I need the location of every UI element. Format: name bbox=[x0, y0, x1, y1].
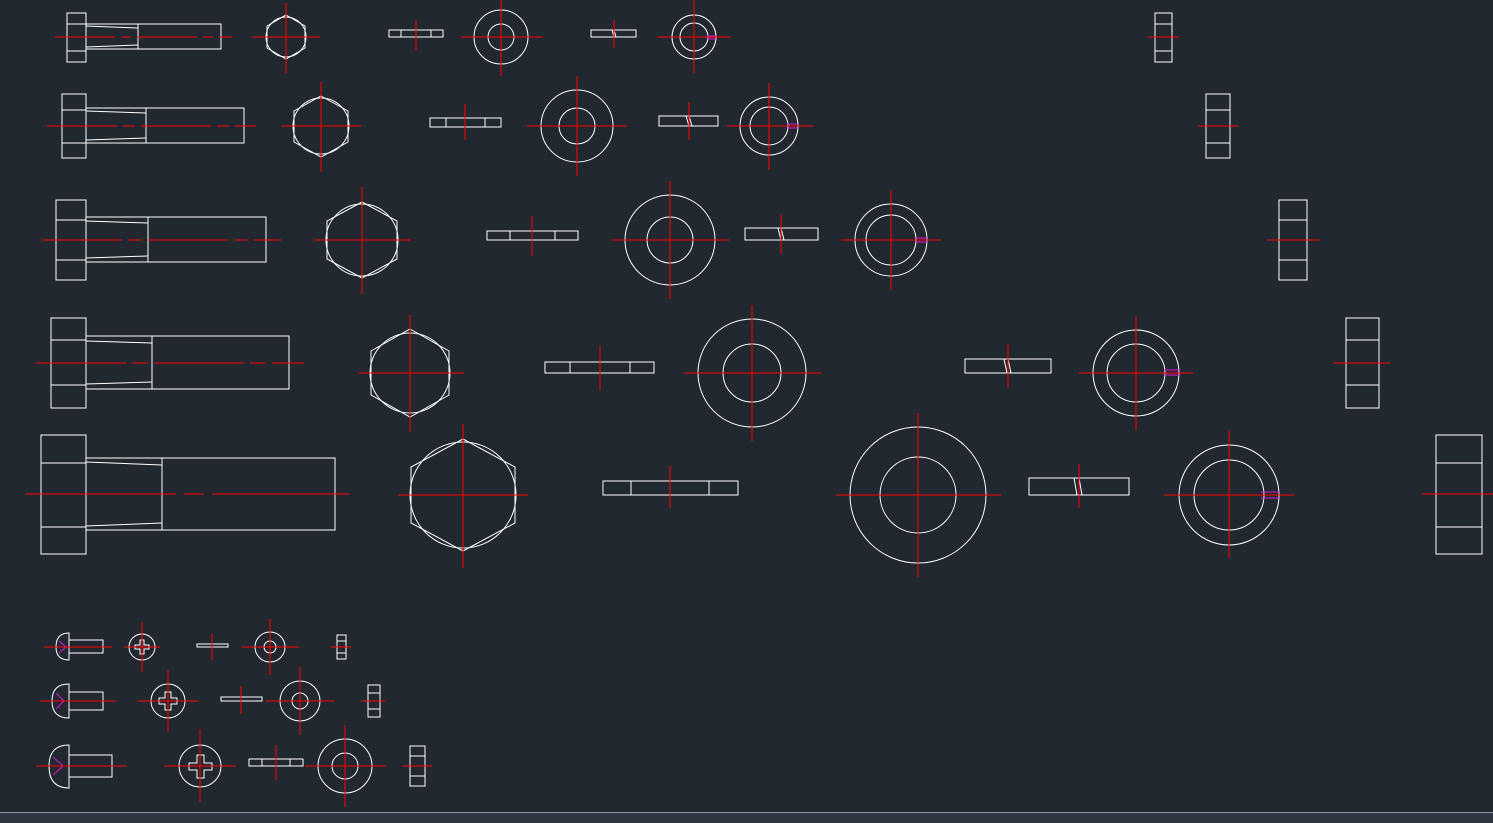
spring-washer-top-view[interactable] bbox=[657, 0, 731, 73]
hex-nut-side-view[interactable] bbox=[1267, 199, 1320, 281]
flat-washer-side-view[interactable] bbox=[544, 346, 655, 390]
phillips-screw-head-view[interactable] bbox=[164, 729, 236, 802]
hex-bolt-end-view[interactable] bbox=[398, 424, 528, 568]
small-washer-top-view[interactable] bbox=[242, 619, 299, 675]
flat-washer-top-view[interactable] bbox=[527, 76, 627, 176]
spring-washer-top-view[interactable] bbox=[1164, 430, 1294, 558]
pan-head-screw-side-view[interactable] bbox=[40, 683, 116, 719]
spring-washer-side-view[interactable] bbox=[1028, 464, 1130, 508]
flat-washer-top-view[interactable] bbox=[836, 413, 1001, 577]
hex-bolt-end-view[interactable] bbox=[281, 82, 361, 172]
spring-washer-top-view[interactable] bbox=[1079, 316, 1193, 430]
flat-washer-top-view[interactable] bbox=[684, 305, 821, 441]
small-washer-side-view[interactable] bbox=[220, 686, 263, 714]
small-nut-side-view[interactable] bbox=[361, 684, 386, 718]
spring-washer-side-view[interactable] bbox=[590, 20, 637, 48]
hex-bolt-side-view[interactable] bbox=[42, 199, 281, 281]
small-nut-side-view[interactable] bbox=[403, 745, 432, 787]
bolt-set-row-4 bbox=[36, 305, 1390, 441]
hex-bolt-side-view[interactable] bbox=[55, 12, 232, 63]
flat-washer-side-view[interactable] bbox=[388, 20, 444, 50]
spring-washer-top-view[interactable] bbox=[727, 83, 813, 170]
flat-washer-side-view[interactable] bbox=[486, 216, 579, 256]
hex-bolt-side-view[interactable] bbox=[36, 317, 304, 409]
cad-drawing-canvas[interactable] bbox=[0, 0, 1493, 812]
pan-head-screw-side-view[interactable] bbox=[36, 744, 126, 789]
bolt-set-row-5 bbox=[26, 413, 1493, 577]
small-washer-top-view[interactable] bbox=[266, 667, 334, 735]
status-bar bbox=[0, 812, 1493, 823]
hex-bolt-end-view[interactable] bbox=[314, 187, 411, 294]
small-washer-side-view[interactable] bbox=[248, 745, 304, 780]
small-washer-side-view[interactable] bbox=[196, 634, 229, 660]
flat-washer-top-view[interactable] bbox=[461, 0, 543, 76]
hex-nut-side-view[interactable] bbox=[1148, 12, 1179, 63]
phillips-screw-head-view[interactable] bbox=[124, 622, 160, 672]
small-washer-top-view[interactable] bbox=[305, 725, 386, 807]
screw-set-row-1 bbox=[44, 619, 351, 675]
flat-washer-side-view[interactable] bbox=[429, 104, 502, 140]
spring-washer-top-view[interactable] bbox=[841, 190, 941, 290]
hex-nut-side-view[interactable] bbox=[1198, 93, 1238, 159]
pan-head-screw-side-view[interactable] bbox=[44, 632, 112, 661]
hex-bolt-side-view[interactable] bbox=[47, 93, 256, 159]
flat-washer-top-view[interactable] bbox=[612, 181, 729, 299]
hex-nut-side-view[interactable] bbox=[1333, 317, 1390, 409]
bolt-set-row-3 bbox=[42, 181, 1320, 299]
flat-washer-side-view[interactable] bbox=[602, 466, 739, 508]
screw-set-row-2 bbox=[40, 667, 386, 735]
spring-washer-side-view[interactable] bbox=[658, 102, 719, 140]
hex-bolt-end-view[interactable] bbox=[252, 3, 320, 73]
bolt-set-row-2 bbox=[47, 76, 1238, 176]
small-nut-side-view[interactable] bbox=[331, 634, 351, 660]
hex-bolt-side-view[interactable] bbox=[26, 434, 349, 555]
hex-bolt-end-view[interactable] bbox=[358, 315, 464, 432]
screw-set-row-3 bbox=[36, 725, 432, 807]
phillips-screw-head-view[interactable] bbox=[137, 670, 199, 732]
spring-washer-side-view[interactable] bbox=[744, 214, 819, 254]
spring-washer-side-view[interactable] bbox=[964, 344, 1052, 388]
bolt-set-row-1 bbox=[55, 0, 1179, 76]
hex-nut-side-view[interactable] bbox=[1422, 434, 1493, 555]
